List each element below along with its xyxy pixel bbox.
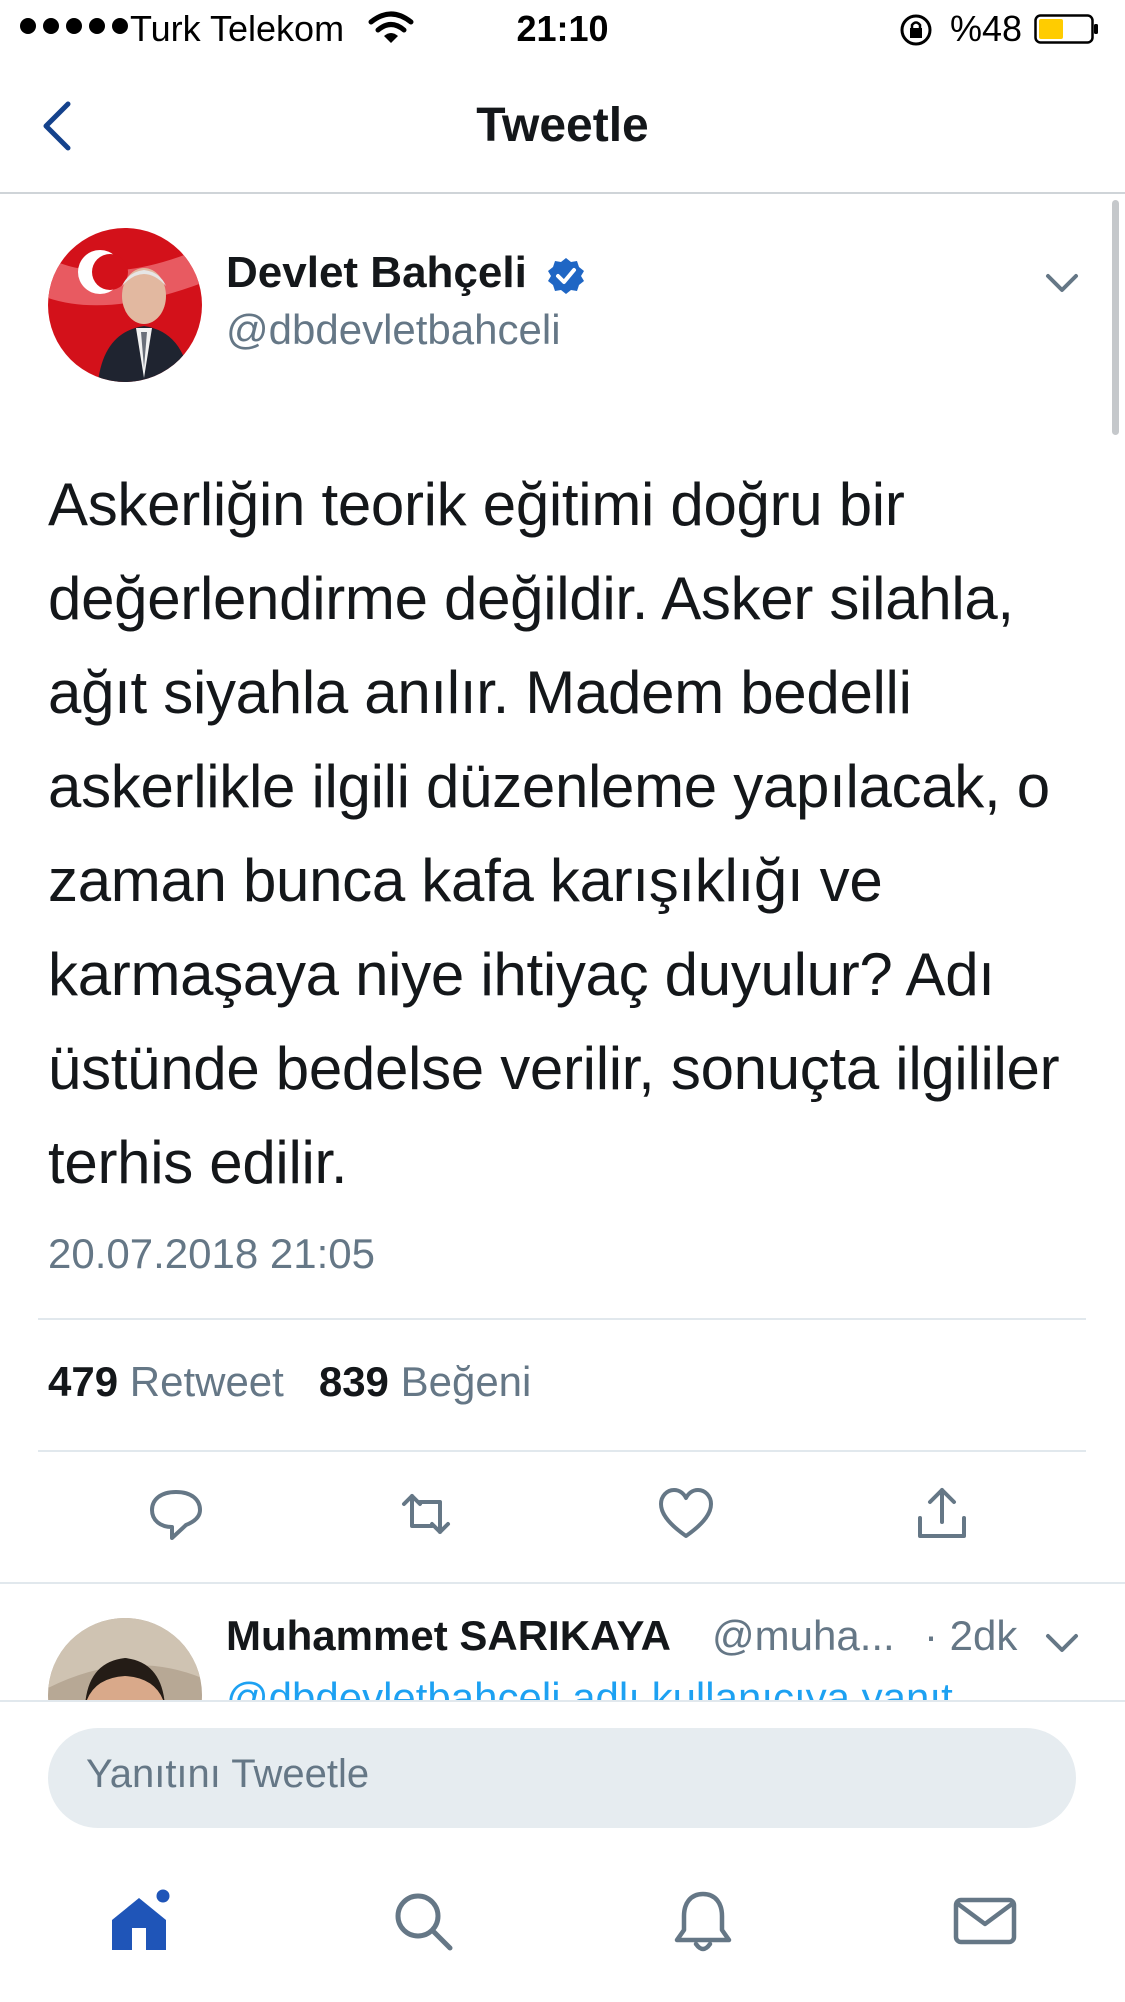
- chevron-down-icon[interactable]: [1044, 270, 1080, 298]
- retweet-icon[interactable]: [396, 1484, 456, 1544]
- reply-preview[interactable]: Muhammet SARIKAYA @muha... · 2dk @dbdevl…: [0, 1584, 1125, 1700]
- bottom-panel: Yanıtını Tweetle: [0, 1700, 1125, 2002]
- reply-author-handle[interactable]: @muha...: [712, 1612, 895, 1660]
- like-stat[interactable]: 839 Beğeni: [319, 1358, 532, 1405]
- tweet-timestamp: 20.07.2018 21:05: [48, 1230, 375, 1277]
- divider: [38, 1318, 1086, 1320]
- heart-icon[interactable]: [656, 1484, 716, 1544]
- verified-badge-icon: [548, 258, 584, 294]
- home-icon[interactable]: [106, 1886, 176, 1956]
- orientation-lock-icon: [900, 14, 932, 46]
- share-icon[interactable]: [912, 1484, 972, 1544]
- reply-avatar[interactable]: [48, 1618, 202, 1700]
- engagement-stats: 479 Retweet 839 Beğeni: [48, 1358, 531, 1406]
- retweet-label: Retweet: [129, 1358, 284, 1405]
- author-name[interactable]: Devlet Bahçeli: [226, 248, 527, 298]
- author-handle[interactable]: @dbdevletbahceli: [226, 306, 561, 354]
- search-icon[interactable]: [388, 1886, 458, 1956]
- reply-icon[interactable]: [146, 1484, 206, 1544]
- reply-input-placeholder: Yanıtını Tweetle: [86, 1752, 370, 1796]
- like-label: Beğeni: [400, 1358, 532, 1405]
- navigation-bar: Tweetle: [0, 62, 1125, 194]
- reply-author-name[interactable]: Muhammet SARIKAYA: [226, 1612, 671, 1660]
- bell-icon[interactable]: [668, 1886, 738, 1956]
- battery-percent: %48: [950, 8, 1023, 49]
- status-bar: Turk Telekom 21:10 %48: [0, 0, 1125, 62]
- reply-time: · 2dk: [924, 1612, 1018, 1659]
- tweet-text: Askerliğin teorik eğitimi doğru bir değe…: [48, 471, 1060, 1196]
- chevron-down-icon[interactable]: [1044, 1630, 1080, 1658]
- reply-to-label[interactable]: @dbdevletbahceli adlı kullanıcıya yanıt: [226, 1674, 953, 1700]
- page-title: Tweetle: [476, 99, 649, 152]
- retweet-stat[interactable]: 479 Retweet: [48, 1358, 284, 1405]
- retweet-count: 479: [48, 1358, 119, 1405]
- battery-icon: [1034, 14, 1098, 44]
- mail-icon[interactable]: [950, 1886, 1020, 1956]
- divider: [38, 1450, 1086, 1452]
- scrollbar[interactable]: [1112, 200, 1119, 435]
- author-avatar[interactable]: [48, 228, 202, 382]
- reply-input[interactable]: Yanıtını Tweetle: [48, 1728, 1076, 1828]
- like-count: 839: [318, 1358, 389, 1405]
